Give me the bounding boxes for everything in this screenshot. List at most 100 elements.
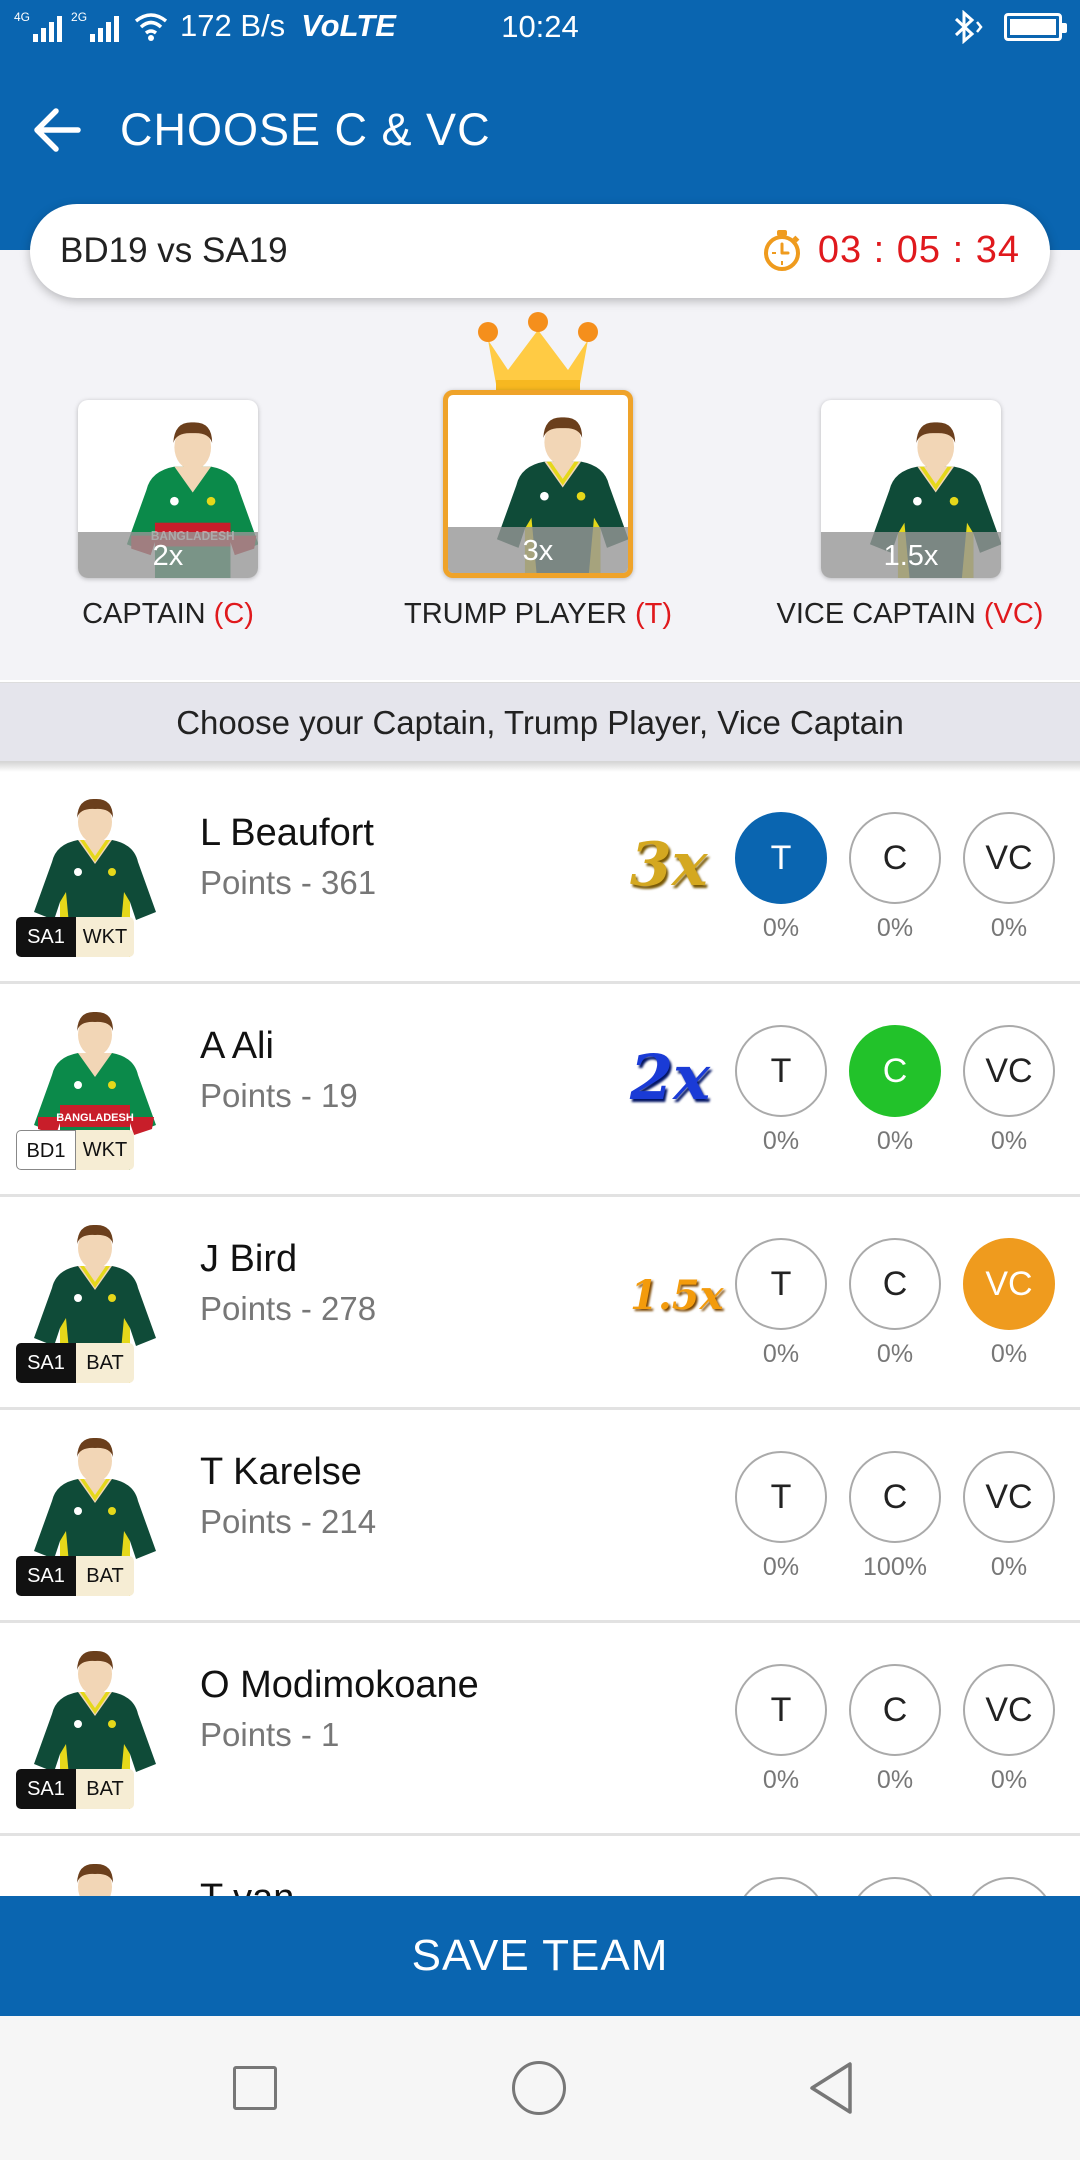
stopwatch-icon xyxy=(763,230,800,271)
select-t-button[interactable]: T xyxy=(735,1025,827,1117)
option-c: C 0% xyxy=(849,1238,941,1369)
arrow-left-icon[interactable] xyxy=(30,102,86,158)
vice-captain-multiplier: 1.5x xyxy=(821,532,1001,578)
multiplier-badge: 1.5x xyxy=(630,1272,724,1319)
battery-icon xyxy=(1004,13,1067,41)
bluetooth-icon xyxy=(954,10,983,44)
option-vc: VC 0% xyxy=(963,1238,1055,1369)
select-vc-button[interactable]: VC xyxy=(963,1025,1055,1117)
select-c-button[interactable]: C xyxy=(849,1238,941,1330)
trump-player-card[interactable]: 3x xyxy=(443,390,633,578)
team-tag: SA1 xyxy=(16,1556,76,1596)
option-c: C 0% xyxy=(849,1664,941,1795)
option-t: T 0% xyxy=(735,1238,827,1369)
option-t: T 0% xyxy=(735,1025,827,1156)
match-title: BD19 vs SA19 xyxy=(60,231,288,270)
select-t-button[interactable]: T xyxy=(735,812,827,904)
option-vc: VC 0% xyxy=(963,1025,1055,1156)
vice-captain-abbr: (VC) xyxy=(983,598,1044,630)
player-name: A Ali xyxy=(200,1025,274,1067)
instruction-banner: Choose your Captain, Trump Player, Vice … xyxy=(0,682,1080,762)
selection-percent-t: 0% xyxy=(762,914,800,942)
player-row[interactable]: SA1 BAT J Bird Points - 278 1.5x T 0% C 0% VC 0% xyxy=(0,1198,1080,1410)
system-nav-bar xyxy=(0,2016,1080,2160)
captain-abbr: (C) xyxy=(213,598,254,630)
team-tag: SA1 xyxy=(16,1769,76,1809)
player-points: Points - 19 xyxy=(200,1077,358,1114)
match-info-pill: BD19 vs SA19 03 : 05 : 34 xyxy=(30,204,1050,298)
role-tag: BAT xyxy=(76,1556,134,1596)
select-t-button[interactable]: T xyxy=(735,1451,827,1543)
player-points: Points - 1 xyxy=(200,1716,340,1753)
home-icon[interactable] xyxy=(512,2061,566,2115)
option-c: C 100% xyxy=(849,1451,941,1582)
page-title: CHOOSE C & VC xyxy=(120,104,491,155)
selection-percent-c: 0% xyxy=(876,1127,914,1155)
status-right xyxy=(946,10,1067,44)
select-vc-button[interactable]: VC xyxy=(963,812,1055,904)
selection-percent-c: 0% xyxy=(876,914,914,942)
selection-percent-vc: 0% xyxy=(990,1127,1028,1155)
vice-captain-card[interactable]: 1.5x xyxy=(821,400,1001,578)
team-tag: SA1 xyxy=(16,917,76,957)
select-c-button[interactable]: C xyxy=(849,1451,941,1543)
save-team-button[interactable]: SAVE TEAM xyxy=(0,1896,1080,2016)
countdown-timer: 03 : 05 : 34 xyxy=(760,228,1020,272)
option-c: C 0% xyxy=(849,812,941,943)
multiplier-badge: 2x xyxy=(630,1041,711,1114)
option-vc: VC 0% xyxy=(963,1451,1055,1582)
player-row[interactable]: SA1 WKT L Beaufort Points - 361 3x T 0% C 0% VC 0% xyxy=(0,772,1080,984)
role-tag: WKT xyxy=(76,917,134,957)
banner-shadow xyxy=(0,762,1080,772)
player-name: O Modimokoane xyxy=(200,1664,479,1706)
selection-percent-vc: 0% xyxy=(990,1553,1028,1581)
select-c-button[interactable]: C xyxy=(849,812,941,904)
role-tag: WKT xyxy=(76,1130,134,1170)
role-tag: BAT xyxy=(76,1769,134,1809)
selection-percent-t: 0% xyxy=(762,1127,800,1155)
selection-percent-c: 0% xyxy=(876,1340,914,1368)
player-name: L Beaufort xyxy=(200,812,374,854)
captain-multiplier: 2x xyxy=(78,532,258,578)
status-time: 10:24 xyxy=(501,9,579,44)
captain-label-text: CAPTAIN xyxy=(82,598,206,630)
player-name: T Karelse xyxy=(200,1451,362,1493)
trump-abbr: (T) xyxy=(634,598,673,630)
trump-multiplier: 3x xyxy=(448,527,628,573)
select-vc-button[interactable]: VC xyxy=(963,1238,1055,1330)
player-row[interactable]: SA1 BAT O Modimokoane Points - 1 T 0% C 0% VC 0% xyxy=(0,1624,1080,1836)
recent-apps-icon[interactable] xyxy=(233,2066,277,2110)
back-triangle-icon[interactable] xyxy=(806,2060,856,2116)
trump-label: TRUMP PLAYER (T) xyxy=(388,598,688,631)
option-c: C 0% xyxy=(849,1025,941,1156)
selection-percent-c: 100% xyxy=(863,1553,927,1581)
status-bar: 4G 2G 172 B/s VoLTE 10:24 xyxy=(0,0,1080,54)
player-row[interactable]: SA1 BAT T Karelse Points - 214 T 0% C 100% VC 0% xyxy=(0,1411,1080,1623)
option-vc: VC 0% xyxy=(963,812,1055,943)
player-points: Points - 214 xyxy=(200,1503,377,1540)
vice-captain-label-text: VICE CAPTAIN xyxy=(776,598,976,630)
crown-icon xyxy=(478,312,598,392)
select-t-button[interactable]: T xyxy=(735,1664,827,1756)
select-t-button[interactable]: T xyxy=(735,1238,827,1330)
select-vc-button[interactable]: VC xyxy=(963,1664,1055,1756)
player-points: Points - 361 xyxy=(200,864,377,901)
captain-label: CAPTAIN (C) xyxy=(18,598,318,631)
timer-text: 03 : 05 : 34 xyxy=(817,228,1020,271)
selection-percent-t: 0% xyxy=(762,1553,800,1581)
option-vc: VC 0% xyxy=(963,1664,1055,1795)
vice-captain-label: VICE CAPTAIN (VC) xyxy=(760,598,1060,631)
captain-card[interactable]: 2x xyxy=(78,400,258,578)
selection-percent-t: 0% xyxy=(762,1766,800,1794)
selection-percent-t: 0% xyxy=(762,1340,800,1368)
select-vc-button[interactable]: VC xyxy=(963,1451,1055,1543)
multiplier-badge: 3x xyxy=(630,830,708,900)
selection-percent-vc: 0% xyxy=(990,914,1028,942)
select-c-button[interactable]: C xyxy=(849,1664,941,1756)
selection-percent-c: 0% xyxy=(876,1766,914,1794)
team-tag: SA1 xyxy=(16,1343,76,1383)
player-row[interactable]: BD1 WKT A Ali Points - 19 2x T 0% C 0% VC 0% xyxy=(0,985,1080,1197)
role-tag: BAT xyxy=(76,1343,134,1383)
option-t: T 0% xyxy=(735,1451,827,1582)
select-c-button[interactable]: C xyxy=(849,1025,941,1117)
